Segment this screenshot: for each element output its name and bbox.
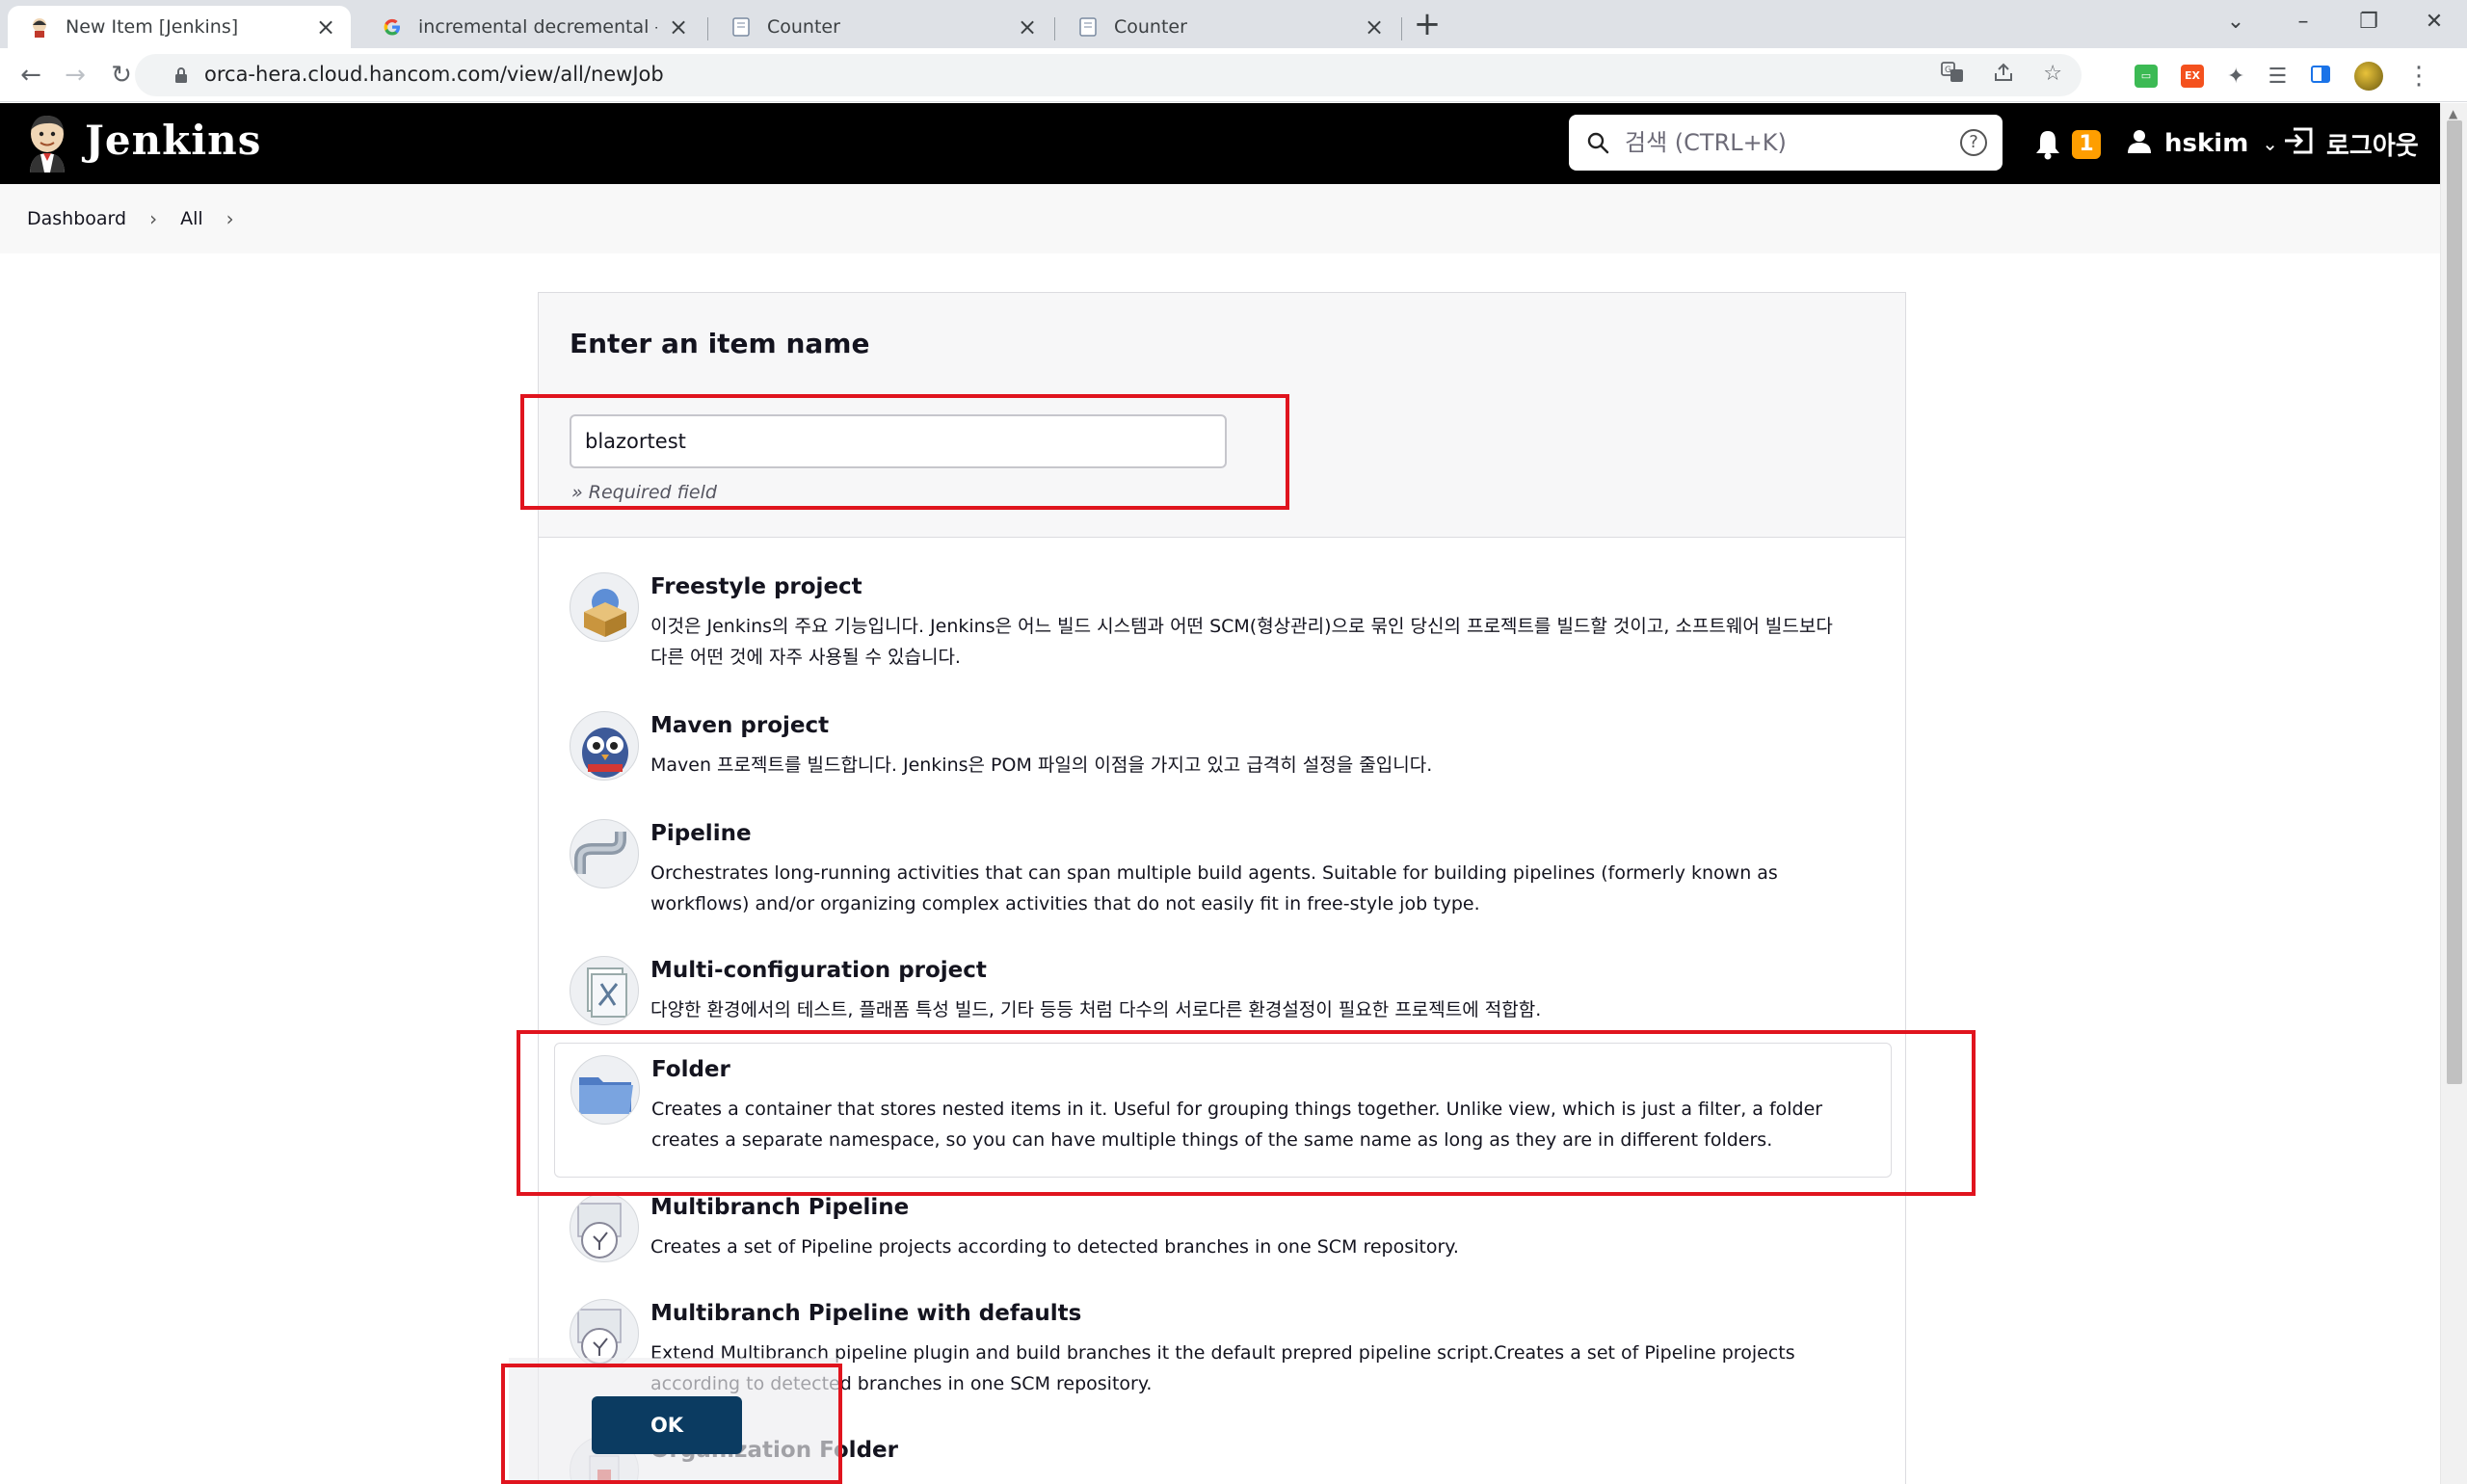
tab-title: incremental decremental - Goo xyxy=(418,16,657,38)
tab-counter-1[interactable]: Counter × xyxy=(709,6,1052,48)
required-field-hint: » Required field xyxy=(571,482,717,503)
notification-count-badge[interactable]: 1 xyxy=(2072,130,2101,159)
tab-close-icon[interactable]: × xyxy=(667,13,690,40)
jenkins-search-box[interactable]: ? xyxy=(1569,115,2003,171)
extension-ex-icon[interactable]: EX xyxy=(2181,65,2204,88)
tab-google-search[interactable]: incremental decremental - Goo × xyxy=(360,6,703,48)
breadcrumb-all[interactable]: All xyxy=(180,208,203,229)
side-panel-icon[interactable] xyxy=(2310,64,2331,89)
chrome-profile-avatar[interactable] xyxy=(2354,62,2384,91)
address-bar[interactable]: orca-hera.cloud.hancom.com/view/all/newJ… xyxy=(135,54,2082,96)
page-scrollbar[interactable]: ▲ xyxy=(2440,103,2467,1484)
tab-close-icon[interactable]: × xyxy=(1363,13,1386,40)
item-type-multi-configuration[interactable]: Multi-configuration project 다양한 환경에서의 테스… xyxy=(554,944,1892,1050)
jenkins-brand-title[interactable]: Jenkins xyxy=(85,117,261,164)
lock-icon[interactable] xyxy=(173,66,189,88)
reading-list-icon[interactable]: ☰ xyxy=(2268,65,2287,89)
tab-close-icon[interactable]: × xyxy=(314,13,337,40)
enter-item-name-heading: Enter an item name xyxy=(570,328,870,359)
item-type-description: Orchestrates long-running activities tha… xyxy=(650,862,1778,914)
bookmark-star-icon[interactable]: ☆ xyxy=(2043,62,2062,89)
tab-separator xyxy=(1054,17,1055,40)
item-type-multibranch-pipeline[interactable]: Multibranch Pipeline Creates a set of Pi… xyxy=(554,1181,1892,1287)
pipeline-pipe-icon xyxy=(570,819,639,888)
forward-arrow-icon[interactable]: → xyxy=(58,58,93,93)
extension-green-icon[interactable]: ▭ xyxy=(2135,65,2158,88)
user-menu[interactable]: hskim ⌄ xyxy=(2126,124,2278,163)
tab-search-chevron-icon[interactable]: ⌄ xyxy=(2207,4,2265,40)
item-type-description: 이것은 Jenkins의 주요 기능입니다. Jenkins은 어느 빌드 시스… xyxy=(650,616,1833,668)
item-type-description: 다양한 환경에서의 테스트, 플래폼 특성 빌드, 기타 등등 처럼 다수의 서… xyxy=(650,999,1542,1020)
scrollbar-thumb[interactable] xyxy=(2447,120,2462,1084)
username-label: hskim xyxy=(2164,129,2249,158)
breadcrumb-chevron-icon[interactable]: › xyxy=(226,207,234,230)
breadcrumb-dashboard[interactable]: Dashboard xyxy=(27,208,126,229)
restore-icon[interactable]: ❐ xyxy=(2340,4,2398,40)
google-favicon-icon xyxy=(382,16,403,38)
item-type-name: Folder xyxy=(651,1057,730,1082)
item-name-input[interactable] xyxy=(570,414,1227,468)
item-type-folder[interactable]: Folder Creates a container that stores n… xyxy=(554,1043,1892,1178)
tab-separator xyxy=(1401,17,1402,40)
chevron-down-icon[interactable]: ⌄ xyxy=(2262,132,2278,155)
tab-title: Counter xyxy=(767,16,840,38)
page-viewport: Jenkins ? 1 hskim ⌄ 로그아웃 Dashbo xyxy=(0,103,2467,1484)
page-favicon-icon xyxy=(1077,16,1099,38)
item-type-name: Pipeline xyxy=(650,821,752,846)
scroll-up-arrow-icon[interactable]: ▲ xyxy=(2449,107,2457,120)
page-favicon-icon xyxy=(730,16,752,38)
svg-text:G: G xyxy=(1945,66,1951,75)
ok-button[interactable]: OK xyxy=(592,1396,742,1454)
jenkins-butler-logo-icon[interactable] xyxy=(25,113,69,172)
folder-icon xyxy=(570,1055,640,1125)
item-type-maven[interactable]: Maven project Maven 프로젝트를 빌드합니다. Jenkins… xyxy=(554,700,1892,806)
item-type-name: Multibranch Pipeline xyxy=(650,1195,910,1220)
reload-icon[interactable]: ↻ xyxy=(104,58,139,93)
item-type-name: Multi-configuration project xyxy=(650,958,987,983)
minimize-icon[interactable]: – xyxy=(2274,4,2332,40)
jenkins-favicon-icon xyxy=(29,16,50,38)
freestyle-box-icon xyxy=(570,572,639,642)
item-type-freestyle[interactable]: Freestyle project 이것은 Jenkins의 주요 기능입니다.… xyxy=(554,561,1892,686)
chrome-menu-kebab-icon[interactable]: ⋮ xyxy=(2406,62,2431,91)
new-item-panel: Enter an item name » Required field Free… xyxy=(538,292,1906,1484)
user-icon xyxy=(2126,127,2153,161)
tab-separator xyxy=(707,17,708,40)
item-type-description: Maven 프로젝트를 빌드합니다. Jenkins은 POM 파일의 이점을 … xyxy=(650,755,1433,776)
logout-icon xyxy=(2282,126,2315,162)
browser-toolbar: ← → ↻ orca-hera.cloud.hancom.com/view/al… xyxy=(0,48,2467,102)
tab-title: Counter xyxy=(1114,16,1187,38)
item-type-name: Freestyle project xyxy=(650,574,862,599)
extensions-puzzle-icon[interactable]: ✦ xyxy=(2227,65,2244,89)
help-icon[interactable]: ? xyxy=(1960,129,1987,156)
tab-new-item-jenkins[interactable]: New Item [Jenkins] × xyxy=(8,6,351,48)
item-type-description: Creates a set of Pipeline projects accor… xyxy=(650,1236,1459,1258)
maven-owl-icon xyxy=(570,711,639,781)
browser-tab-strip: New Item [Jenkins] × incremental decreme… xyxy=(0,0,2467,48)
translate-icon[interactable]: G xyxy=(1941,62,1964,89)
jenkins-header: Jenkins ? 1 hskim ⌄ 로그아웃 xyxy=(0,103,2440,184)
url-text[interactable]: orca-hera.cloud.hancom.com/view/all/newJ… xyxy=(204,63,664,86)
logout-label: 로그아웃 xyxy=(2326,131,2419,161)
breadcrumb-chevron-icon[interactable]: › xyxy=(149,207,157,230)
window-close-icon[interactable]: ✕ xyxy=(2405,4,2463,40)
logout-link[interactable]: 로그아웃 xyxy=(2282,124,2419,163)
tab-title: New Item [Jenkins] xyxy=(66,16,239,38)
notification-bell-icon[interactable] xyxy=(2033,128,2062,165)
new-tab-plus-icon[interactable]: + xyxy=(1410,8,1445,42)
tab-counter-2[interactable]: Counter × xyxy=(1056,6,1399,48)
breadcrumb: Dashboard › All › xyxy=(0,184,2440,253)
tab-close-icon[interactable]: × xyxy=(1016,13,1039,40)
back-arrow-icon[interactable]: ← xyxy=(13,58,48,93)
item-type-pipeline[interactable]: Pipeline Orchestrates long-running activ… xyxy=(554,808,1892,933)
item-type-name: Maven project xyxy=(650,713,830,738)
item-type-name: Multibranch Pipeline with defaults xyxy=(650,1301,1082,1326)
item-name-section: Enter an item name » Required field xyxy=(539,293,1905,538)
search-icon xyxy=(1586,131,1609,158)
item-type-description: Creates a container that stores nested i… xyxy=(651,1099,1823,1151)
share-icon[interactable] xyxy=(1993,62,2014,89)
search-input[interactable] xyxy=(1625,124,1933,161)
multibranch-icon xyxy=(570,1193,639,1262)
multi-config-icon xyxy=(570,956,639,1025)
